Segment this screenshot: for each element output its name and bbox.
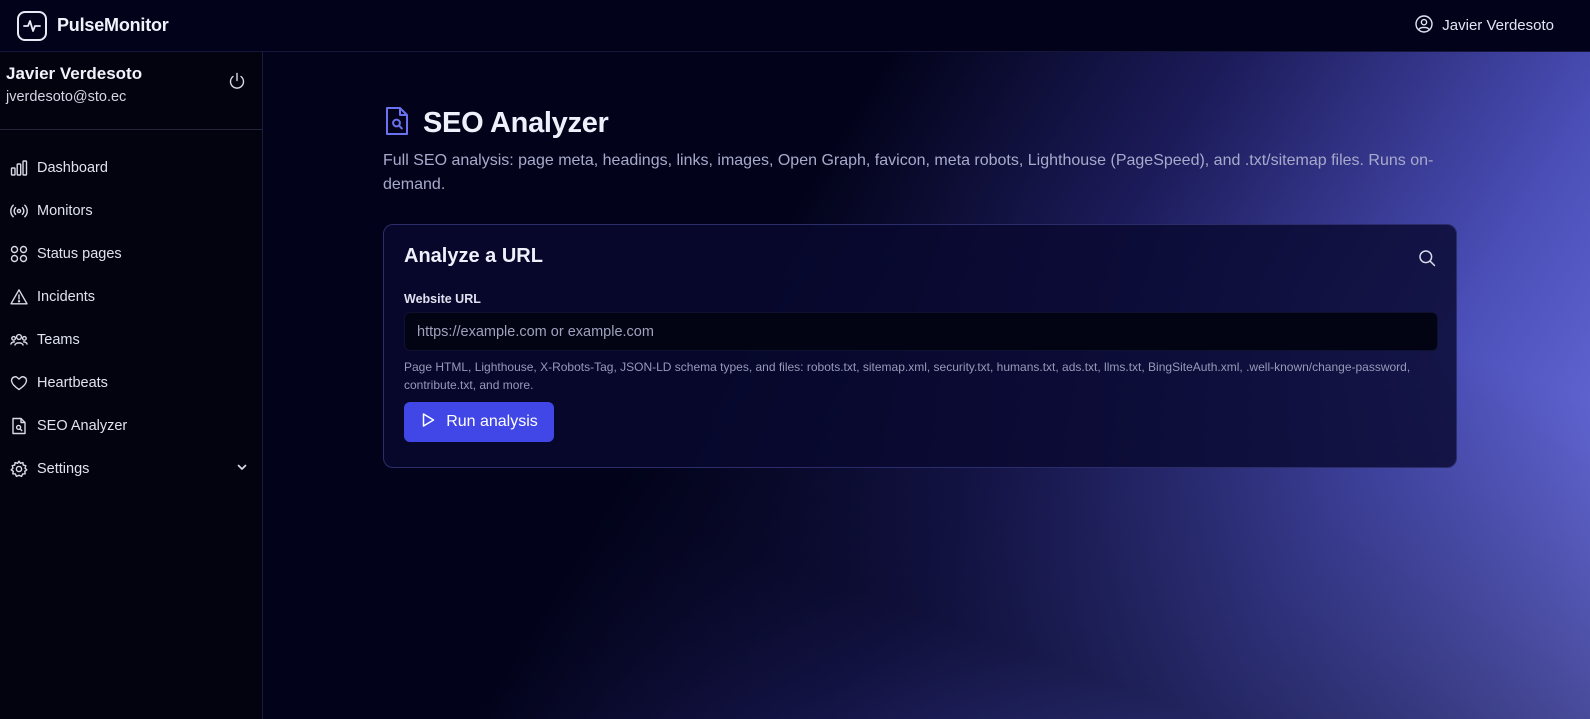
sidebar: Javier Verdesoto jverdesoto@sto.ec Dashb… bbox=[0, 52, 263, 719]
sidebar-item-label: SEO Analyzer bbox=[37, 417, 128, 434]
brand[interactable]: PulseMonitor bbox=[17, 10, 169, 41]
page-title: SEO Analyzer bbox=[423, 107, 609, 139]
analyze-url-card: Analyze a URL Website URL Page HTML, Lig… bbox=[383, 224, 1457, 468]
website-url-label: Website URL bbox=[404, 292, 481, 306]
card-title: Analyze a URL bbox=[404, 245, 543, 267]
sidebar-item-settings[interactable]: Settings bbox=[0, 447, 262, 490]
run-analysis-button[interactable]: Run analysis bbox=[404, 402, 554, 442]
grid-icon bbox=[10, 245, 28, 263]
main-content: SEO Analyzer Full SEO analysis: page met… bbox=[263, 52, 1590, 719]
user-menu[interactable]: Javier Verdesoto bbox=[1415, 14, 1554, 37]
sidebar-item-label: Heartbeats bbox=[37, 374, 108, 391]
page-description: Full SEO analysis: page meta, headings, … bbox=[383, 152, 1434, 193]
user-circle-icon bbox=[1415, 14, 1433, 37]
bar-chart-icon bbox=[10, 159, 28, 177]
sidebar-item-seo-analyzer[interactable]: SEO Analyzer bbox=[0, 404, 262, 447]
user-name: Javier Verdesoto bbox=[1442, 17, 1554, 34]
search-icon[interactable] bbox=[1418, 249, 1436, 272]
sidebar-item-monitors[interactable]: Monitors bbox=[0, 189, 262, 232]
play-icon bbox=[420, 412, 436, 433]
power-icon[interactable] bbox=[228, 72, 246, 95]
chevron-down-icon[interactable] bbox=[236, 461, 248, 477]
pulse-logo-icon bbox=[17, 10, 47, 41]
page-header: SEO Analyzer Full SEO analysis: page met… bbox=[383, 106, 1443, 197]
broadcast-icon bbox=[10, 202, 28, 220]
run-analysis-label: Run analysis bbox=[446, 413, 538, 430]
sidebar-item-dashboard[interactable]: Dashboard bbox=[0, 146, 262, 189]
users-icon bbox=[10, 331, 28, 349]
profile-name: Javier Verdesoto bbox=[6, 64, 143, 83]
sidebar-nav: Dashboard Monitors Status pages Incident… bbox=[0, 130, 262, 490]
file-search-icon bbox=[10, 417, 28, 435]
sidebar-item-status-pages[interactable]: Status pages bbox=[0, 232, 262, 275]
profile-email: jverdesoto@sto.ec bbox=[6, 89, 127, 105]
heart-icon bbox=[10, 374, 28, 392]
alert-triangle-icon bbox=[10, 288, 28, 306]
sidebar-item-label: Dashboard bbox=[37, 159, 108, 176]
sidebar-item-label: Settings bbox=[37, 460, 90, 477]
sidebar-item-heartbeats[interactable]: Heartbeats bbox=[0, 361, 262, 404]
input-hint: Page HTML, Lighthouse, X-Robots-Tag, JSO… bbox=[404, 360, 1411, 392]
top-bar: PulseMonitor Javier Verdesoto bbox=[0, 0, 1590, 52]
sidebar-item-teams[interactable]: Teams bbox=[0, 318, 262, 361]
brand-name: PulseMonitor bbox=[57, 15, 169, 35]
sidebar-item-label: Teams bbox=[37, 331, 80, 348]
sidebar-profile: Javier Verdesoto jverdesoto@sto.ec bbox=[0, 52, 262, 130]
website-url-input[interactable] bbox=[404, 312, 1438, 351]
sidebar-item-label: Incidents bbox=[37, 288, 96, 305]
file-search-icon bbox=[383, 106, 411, 141]
sidebar-item-incidents[interactable]: Incidents bbox=[0, 275, 262, 318]
sidebar-item-label: Status pages bbox=[37, 245, 122, 262]
sidebar-item-label: Monitors bbox=[37, 202, 93, 219]
gear-icon bbox=[10, 460, 28, 478]
